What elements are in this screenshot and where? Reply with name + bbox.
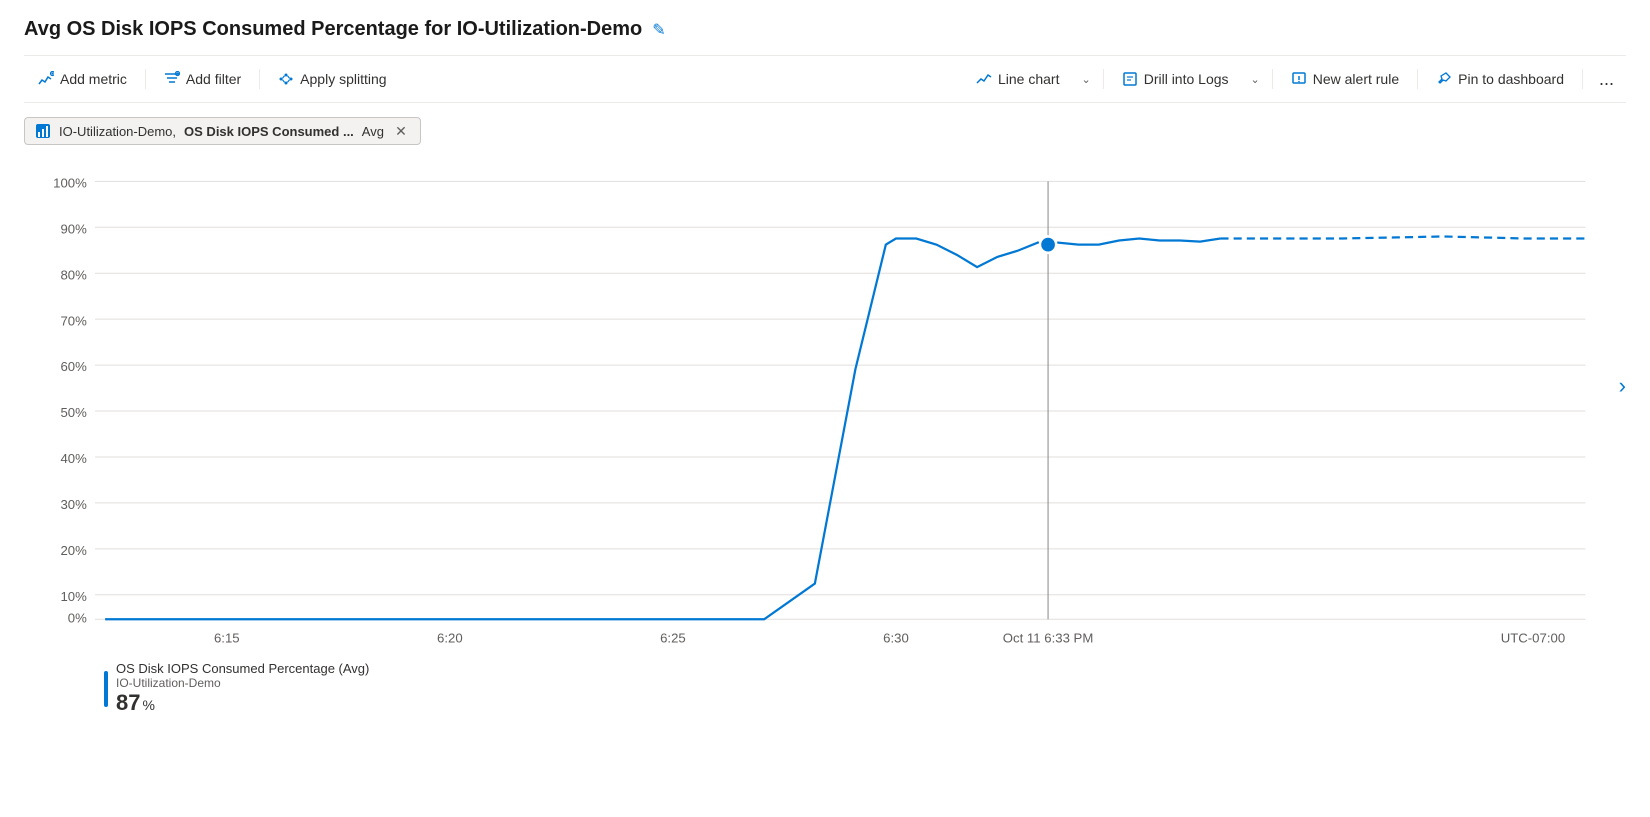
metric-tag[interactable]: IO-Utilization-Demo, OS Disk IOPS Consum… <box>24 117 421 145</box>
pin-to-dashboard-button[interactable]: Pin to dashboard <box>1422 71 1578 87</box>
svg-text:0%: 0% <box>68 610 87 625</box>
chart-svg: 100% 90% 80% 70% 60% 50% 40% 30% 20% 10%… <box>24 165 1626 655</box>
pin-to-dashboard-label: Pin to dashboard <box>1458 71 1564 87</box>
drill-into-logs-dropdown: Drill into Logs ⌄ <box>1108 71 1268 87</box>
svg-text:60%: 60% <box>60 359 87 374</box>
drill-logs-dropdown-arrow[interactable]: ⌄ <box>1243 73 1268 86</box>
svg-text:100%: 100% <box>53 175 87 190</box>
svg-text:6:20: 6:20 <box>437 631 463 646</box>
legend-area: OS Disk IOPS Consumed Percentage (Avg) I… <box>24 661 1626 716</box>
separator-2 <box>259 69 260 89</box>
legend-row: OS Disk IOPS Consumed Percentage (Avg) I… <box>104 661 1626 716</box>
legend-subtitle: IO-Utilization-Demo <box>116 676 369 690</box>
svg-text:50%: 50% <box>60 405 87 420</box>
legend-unit: % <box>142 697 154 713</box>
separator-3 <box>1103 69 1104 89</box>
data-point <box>1040 236 1056 252</box>
svg-text:6:25: 6:25 <box>660 631 686 646</box>
title-row: Avg OS Disk IOPS Consumed Percentage for… <box>24 18 1626 41</box>
svg-text:20%: 20% <box>60 543 87 558</box>
apply-splitting-button[interactable]: Apply splitting <box>264 56 400 102</box>
line-chart-button[interactable]: Line chart <box>962 71 1073 87</box>
svg-text:90%: 90% <box>60 221 87 236</box>
add-metric-button[interactable]: Add metric <box>24 56 141 102</box>
line-chart-dropdown: Line chart ⌄ <box>962 71 1099 87</box>
svg-text:UTC-07:00: UTC-07:00 <box>1501 631 1565 646</box>
legend-value: 87 % <box>116 690 369 716</box>
svg-text:Oct 11 6:33 PM: Oct 11 6:33 PM <box>1003 631 1094 646</box>
more-dots: ... <box>1599 69 1614 90</box>
separator-4 <box>1272 69 1273 89</box>
svg-text:6:15: 6:15 <box>214 631 240 646</box>
drill-into-logs-label: Drill into Logs <box>1144 71 1229 87</box>
line-chart-label: Line chart <box>998 71 1059 87</box>
legend-number: 87 <box>116 690 140 716</box>
separator-6 <box>1582 69 1583 89</box>
svg-text:40%: 40% <box>60 451 87 466</box>
new-alert-rule-label: New alert rule <box>1313 71 1399 87</box>
chart-nav-right-button[interactable]: › <box>1619 373 1626 399</box>
legend-color-bar <box>104 671 108 707</box>
separator-1 <box>145 69 146 89</box>
add-filter-button[interactable]: Add filter <box>150 56 255 102</box>
new-alert-rule-icon <box>1291 71 1307 87</box>
toolbar: Add metric Add filter <box>24 55 1626 103</box>
metric-tag-icon <box>35 123 51 139</box>
svg-text:80%: 80% <box>60 267 87 282</box>
add-metric-icon <box>38 71 54 87</box>
svg-text:10%: 10% <box>60 589 87 604</box>
apply-splitting-icon <box>278 71 294 87</box>
line-chart-icon <box>976 71 992 87</box>
edit-icon[interactable]: ✎ <box>652 20 665 40</box>
metric-tag-aggregation: Avg <box>362 124 384 139</box>
pin-to-dashboard-icon <box>1436 71 1452 87</box>
drill-into-logs-button[interactable]: Drill into Logs <box>1108 71 1243 87</box>
svg-text:30%: 30% <box>60 497 87 512</box>
more-button[interactable]: ... <box>1587 69 1626 90</box>
svg-text:70%: 70% <box>60 313 87 328</box>
metric-tag-metric: OS Disk IOPS Consumed ... <box>184 124 354 139</box>
metric-tag-resource: IO-Utilization-Demo, <box>59 124 176 139</box>
legend-text: OS Disk IOPS Consumed Percentage (Avg) I… <box>116 661 369 716</box>
legend-title: OS Disk IOPS Consumed Percentage (Avg) <box>116 661 369 676</box>
new-alert-rule-button[interactable]: New alert rule <box>1277 71 1413 87</box>
add-metric-label: Add metric <box>60 71 127 87</box>
add-filter-icon <box>164 71 180 87</box>
drill-into-logs-icon <box>1122 71 1138 87</box>
metric-tag-close-button[interactable]: ✕ <box>392 122 410 140</box>
add-filter-label: Add filter <box>186 71 241 87</box>
separator-5 <box>1417 69 1418 89</box>
svg-text:6:30: 6:30 <box>883 631 909 646</box>
toolbar-right: Line chart ⌄ Drill into Logs ⌄ <box>962 69 1626 90</box>
page-title: Avg OS Disk IOPS Consumed Percentage for… <box>24 18 642 41</box>
chart-area: 100% 90% 80% 70% 60% 50% 40% 30% 20% 10%… <box>24 165 1626 655</box>
line-chart-dropdown-arrow[interactable]: ⌄ <box>1073 73 1098 86</box>
apply-splitting-label: Apply splitting <box>300 71 386 87</box>
